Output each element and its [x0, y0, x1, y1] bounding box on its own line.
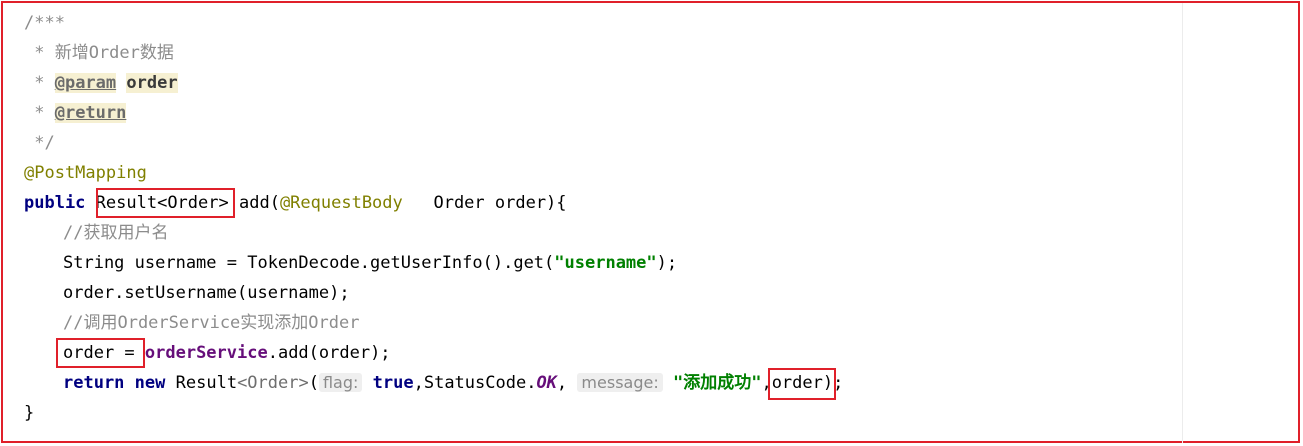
add-call: .add(order); [267, 343, 391, 363]
message-parameter-hint: message: [577, 373, 663, 392]
code-line-2: * 新增Order数据 [24, 38, 1303, 68]
ok-constant: OK [536, 373, 557, 393]
flag-parameter-hint: flag: [318, 373, 363, 392]
code-line-5: */ [24, 128, 1303, 158]
javadoc-return-tag: @return [54, 103, 127, 123]
code-line-6: @PostMapping [24, 158, 1303, 188]
code-line-12: order = orderService.add(order); [24, 338, 1303, 368]
code-line-13: return new Result<Order>(flag: true,Stat… [24, 368, 1303, 398]
true-literal: true [372, 373, 414, 393]
get-username-statement: String username = TokenDecode.getUserInf… [63, 253, 555, 273]
comment-call-service: //调用OrderService实现添加Order [63, 313, 360, 333]
request-body-annotation: @RequestBody [279, 193, 403, 213]
comment-get-username: //获取用户名 [63, 223, 169, 243]
closing-brace: } [24, 403, 35, 423]
new-keyword: new [134, 373, 166, 393]
javadoc-star: * [24, 103, 55, 123]
method-name: add( [238, 193, 280, 213]
javadoc-param-tag: @param [54, 73, 117, 93]
highlight-return-type [96, 188, 235, 218]
code-line-3: * @param order [24, 68, 1303, 98]
set-username-statement: order.setUsername(username); [63, 283, 350, 303]
public-keyword: public [24, 193, 86, 213]
code-line-1: /*** [24, 8, 1303, 38]
javadoc-star: * [24, 73, 55, 93]
javadoc-description: * 新增Order数据 [24, 43, 174, 63]
comma: , [556, 373, 568, 393]
code-line-9: String username = TokenDecode.getUserInf… [24, 248, 1303, 278]
javadoc-close: */ [24, 133, 55, 153]
code-line-11: //调用OrderService实现添加Order [24, 308, 1303, 338]
javadoc-open: /*** [24, 13, 65, 33]
highlight-order-argument [768, 368, 836, 400]
code-line-8: //获取用户名 [24, 218, 1303, 248]
success-message-literal: "添加成功" [672, 373, 762, 393]
result-generic: <Order> [237, 373, 309, 393]
status-code-ref: ,StatusCode. [413, 373, 537, 393]
code-line-4: * @return [24, 98, 1303, 128]
code-line-10: order.setUsername(username); [24, 278, 1303, 308]
method-params: Order order){ [402, 193, 567, 213]
code-line-14: } [24, 398, 1303, 428]
post-mapping-annotation: @PostMapping [24, 163, 147, 183]
code-editor[interactable]: /*** * 新增Order数据 * @param order * @retur… [24, 8, 1303, 428]
highlight-order-assignment [56, 338, 145, 368]
open-paren: ( [308, 373, 319, 393]
username-string-literal: "username" [554, 253, 657, 273]
statement-end: ); [656, 253, 678, 273]
order-service-field: orderService [144, 343, 268, 363]
result-class: Result [175, 373, 238, 393]
javadoc-param-name: order [126, 73, 178, 93]
return-keyword: return [63, 373, 125, 393]
